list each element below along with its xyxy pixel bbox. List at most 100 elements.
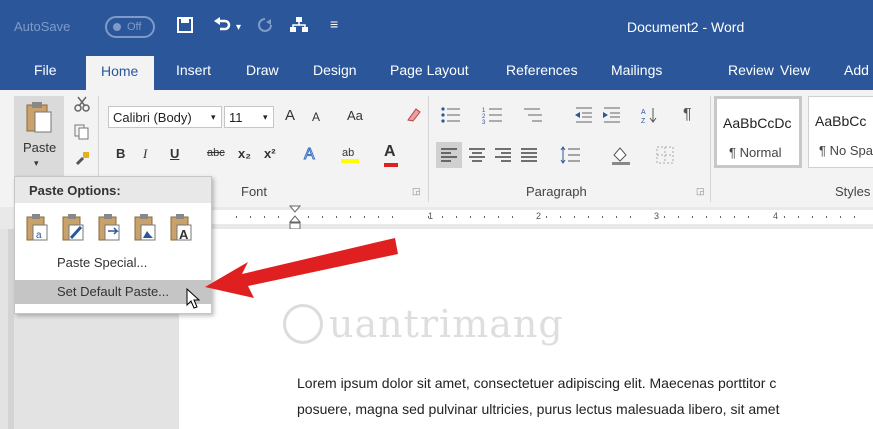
annotation-arrow <box>200 222 400 307</box>
tab-addins[interactable]: Add <box>844 62 869 78</box>
paste-label: Paste <box>23 140 57 155</box>
set-default-paste-item[interactable]: Set Default Paste... <box>15 280 211 304</box>
align-center-icon[interactable] <box>468 147 486 166</box>
ruler-number: 2 <box>536 211 542 221</box>
style-no-spacing[interactable]: AaBbCc ¶ No Spa <box>808 96 873 168</box>
decrease-indent-icon[interactable] <box>574 106 594 127</box>
svg-text:3: 3 <box>482 120 486 124</box>
style-normal-name: ¶ Normal <box>729 145 782 160</box>
superscript-button[interactable]: x² <box>264 146 276 161</box>
set-default-paste-label: Set Default Paste... <box>57 284 170 299</box>
autosave-state: Off <box>127 21 142 33</box>
text-effects-icon[interactable]: A <box>302 144 320 165</box>
shading-icon[interactable] <box>610 145 632 168</box>
save-icon[interactable] <box>176 16 194 39</box>
line-spacing-icon[interactable] <box>560 146 582 167</box>
svg-text:ab: ab <box>342 147 354 159</box>
format-painter-icon[interactable] <box>74 150 90 169</box>
strikethrough-button[interactable]: abc <box>207 147 225 159</box>
shrink-font-button[interactable]: A <box>312 110 320 124</box>
paste-special-label: Paste Special... <box>57 255 148 270</box>
align-left-icon[interactable] <box>436 142 462 168</box>
ruler-number: 3 <box>654 211 660 221</box>
styles-group-label: Styles <box>835 184 871 199</box>
show-formatting-button[interactable]: ¶ <box>683 106 692 124</box>
svg-text:A: A <box>641 109 646 116</box>
paste-options-title: Paste Options: <box>29 183 121 198</box>
customize-icon[interactable]: ≡ <box>330 16 338 32</box>
copy-icon[interactable] <box>74 124 90 143</box>
dialog-launcher-icon[interactable]: ◲ <box>696 186 705 197</box>
document-line: posuere, magna sed pulvinar ultricies, p… <box>297 401 780 417</box>
borders-icon[interactable] <box>656 146 674 167</box>
paste-dropdown-icon: ▾ <box>34 158 39 168</box>
tab-mailings[interactable]: Mailings <box>611 62 662 78</box>
numbering-icon[interactable]: 123 <box>482 106 504 127</box>
style-no-spacing-name: ¶ No Spa <box>819 143 873 158</box>
font-color-swatch <box>384 163 398 167</box>
bulb-icon <box>283 304 323 344</box>
clear-formatting-icon[interactable] <box>404 106 422 127</box>
touch-mode-icon[interactable] <box>289 16 309 39</box>
redo-icon[interactable] <box>256 16 274 39</box>
tab-file[interactable]: File <box>34 62 57 78</box>
watermark: uantrimang <box>283 300 583 360</box>
keep-source-formatting-icon[interactable]: a <box>25 213 51 243</box>
paste-options-header: Paste Options: <box>15 177 211 203</box>
paste-special-item[interactable]: Paste Special... <box>15 251 211 275</box>
chevron-down-icon: ▾ <box>211 112 216 122</box>
svg-text:Z: Z <box>641 118 646 124</box>
tab-design[interactable]: Design <box>313 62 357 78</box>
subscript-button[interactable]: x₂ <box>238 146 251 161</box>
tab-draw[interactable]: Draw <box>246 62 279 78</box>
tab-insert[interactable]: Insert <box>176 62 211 78</box>
keep-text-only-icon[interactable] <box>133 213 159 243</box>
svg-text:a: a <box>36 230 42 241</box>
svg-text:A: A <box>179 227 189 242</box>
toggle-knob <box>113 23 121 31</box>
sort-icon[interactable]: AZ <box>640 106 658 127</box>
increase-indent-icon[interactable] <box>602 106 622 127</box>
style-normal[interactable]: AaBbCcDc ¶ Normal <box>714 96 802 168</box>
tab-review[interactable]: Review <box>728 62 774 78</box>
font-name-box[interactable]: Calibri (Body) ▾ <box>108 106 222 128</box>
grow-font-button[interactable]: A <box>285 107 295 124</box>
chevron-down-icon: ▾ <box>263 112 268 122</box>
autosave-toggle[interactable]: Off <box>105 16 155 38</box>
tab-home-label: Home <box>101 63 139 79</box>
autosave-label: AutoSave <box>14 19 71 34</box>
font-size-value: 11 <box>229 110 243 125</box>
ruler-number: 4 <box>773 211 779 221</box>
undo-icon[interactable] <box>212 16 232 39</box>
cut-icon[interactable] <box>74 96 90 115</box>
dialog-launcher-icon[interactable]: ◲ <box>412 186 421 197</box>
style-normal-sample: AaBbCcDc <box>723 115 792 131</box>
tab-home[interactable]: Home <box>86 56 154 92</box>
highlight-icon[interactable]: ab <box>340 144 362 167</box>
bullets-icon[interactable] <box>440 106 462 127</box>
italic-button[interactable]: I <box>143 146 147 162</box>
group-separator <box>710 96 711 202</box>
watermark-text: uantrimang <box>329 302 564 346</box>
multilevel-list-icon[interactable] <box>522 106 544 127</box>
document-title: Document2 - Word <box>627 19 745 35</box>
bold-button[interactable]: B <box>116 146 125 161</box>
group-separator <box>428 96 429 202</box>
font-color-button[interactable]: A <box>384 143 398 167</box>
ruler-number: 1 <box>428 211 434 221</box>
paste-button[interactable]: Paste ▾ <box>14 96 64 176</box>
font-size-box[interactable]: 11 ▾ <box>224 106 274 128</box>
undo-dropdown-icon[interactable]: ▾ <box>236 22 241 33</box>
tab-view[interactable]: View <box>780 62 810 78</box>
tab-references[interactable]: References <box>506 62 578 78</box>
align-right-icon[interactable] <box>494 147 512 166</box>
merge-formatting-icon[interactable] <box>61 213 87 243</box>
change-case-button[interactable]: Aa <box>347 108 363 123</box>
justify-icon[interactable] <box>520 147 538 166</box>
text-only-icon[interactable]: A <box>169 213 195 243</box>
underline-button[interactable]: U <box>170 146 179 161</box>
picture-icon[interactable] <box>97 213 123 243</box>
tab-page-layout[interactable]: Page Layout <box>390 62 469 78</box>
font-group-label: Font <box>241 184 268 199</box>
font-name-value: Calibri (Body) <box>113 110 192 125</box>
